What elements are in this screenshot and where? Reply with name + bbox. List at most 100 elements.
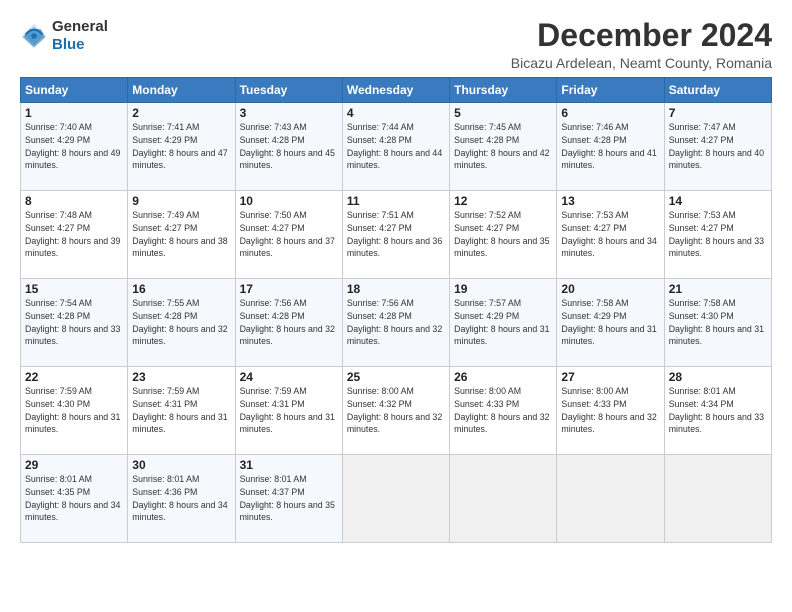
table-row: 30Sunrise: 8:01 AMSunset: 4:36 PMDayligh… (128, 455, 235, 543)
day-number: 31 (240, 458, 338, 472)
table-row: 21Sunrise: 7:58 AMSunset: 4:30 PMDayligh… (664, 279, 771, 367)
day-info: Sunrise: 7:59 AMSunset: 4:31 PMDaylight:… (240, 385, 338, 436)
table-row: 20Sunrise: 7:58 AMSunset: 4:29 PMDayligh… (557, 279, 664, 367)
day-number: 16 (132, 282, 230, 296)
table-row: 9Sunrise: 7:49 AMSunset: 4:27 PMDaylight… (128, 191, 235, 279)
day-info: Sunrise: 8:01 AMSunset: 4:35 PMDaylight:… (25, 473, 123, 524)
calendar-header: Sunday Monday Tuesday Wednesday Thursday… (21, 78, 772, 103)
col-wednesday: Wednesday (342, 78, 449, 103)
table-row (450, 455, 557, 543)
table-row: 3Sunrise: 7:43 AMSunset: 4:28 PMDaylight… (235, 103, 342, 191)
col-friday: Friday (557, 78, 664, 103)
day-number: 25 (347, 370, 445, 384)
table-row: 18Sunrise: 7:56 AMSunset: 4:28 PMDayligh… (342, 279, 449, 367)
day-info: Sunrise: 7:59 AMSunset: 4:30 PMDaylight:… (25, 385, 123, 436)
day-number: 10 (240, 194, 338, 208)
day-number: 24 (240, 370, 338, 384)
day-number: 3 (240, 106, 338, 120)
day-info: Sunrise: 7:49 AMSunset: 4:27 PMDaylight:… (132, 209, 230, 260)
table-row: 10Sunrise: 7:50 AMSunset: 4:27 PMDayligh… (235, 191, 342, 279)
calendar-week-3: 15Sunrise: 7:54 AMSunset: 4:28 PMDayligh… (21, 279, 772, 367)
day-info: Sunrise: 7:41 AMSunset: 4:29 PMDaylight:… (132, 121, 230, 172)
day-info: Sunrise: 7:43 AMSunset: 4:28 PMDaylight:… (240, 121, 338, 172)
day-number: 30 (132, 458, 230, 472)
header: General Blue December 2024 Bicazu Ardele… (20, 18, 772, 71)
day-info: Sunrise: 8:00 AMSunset: 4:33 PMDaylight:… (454, 385, 552, 436)
day-number: 13 (561, 194, 659, 208)
title-block: December 2024 Bicazu Ardelean, Neamt Cou… (511, 18, 772, 71)
day-info: Sunrise: 7:48 AMSunset: 4:27 PMDaylight:… (25, 209, 123, 260)
day-number: 2 (132, 106, 230, 120)
col-monday: Monday (128, 78, 235, 103)
table-row: 12Sunrise: 7:52 AMSunset: 4:27 PMDayligh… (450, 191, 557, 279)
table-row: 7Sunrise: 7:47 AMSunset: 4:27 PMDaylight… (664, 103, 771, 191)
table-row: 19Sunrise: 7:57 AMSunset: 4:29 PMDayligh… (450, 279, 557, 367)
table-row: 22Sunrise: 7:59 AMSunset: 4:30 PMDayligh… (21, 367, 128, 455)
day-info: Sunrise: 8:00 AMSunset: 4:33 PMDaylight:… (561, 385, 659, 436)
day-number: 21 (669, 282, 767, 296)
logo-icon (20, 22, 48, 50)
table-row: 15Sunrise: 7:54 AMSunset: 4:28 PMDayligh… (21, 279, 128, 367)
table-row: 2Sunrise: 7:41 AMSunset: 4:29 PMDaylight… (128, 103, 235, 191)
table-row: 26Sunrise: 8:00 AMSunset: 4:33 PMDayligh… (450, 367, 557, 455)
day-info: Sunrise: 7:47 AMSunset: 4:27 PMDaylight:… (669, 121, 767, 172)
logo-general: General (52, 18, 108, 36)
day-info: Sunrise: 7:52 AMSunset: 4:27 PMDaylight:… (454, 209, 552, 260)
calendar-week-1: 1Sunrise: 7:40 AMSunset: 4:29 PMDaylight… (21, 103, 772, 191)
table-row: 28Sunrise: 8:01 AMSunset: 4:34 PMDayligh… (664, 367, 771, 455)
day-info: Sunrise: 7:59 AMSunset: 4:31 PMDaylight:… (132, 385, 230, 436)
day-number: 28 (669, 370, 767, 384)
logo-blue: Blue (52, 36, 108, 54)
day-info: Sunrise: 8:01 AMSunset: 4:36 PMDaylight:… (132, 473, 230, 524)
day-info: Sunrise: 7:51 AMSunset: 4:27 PMDaylight:… (347, 209, 445, 260)
day-info: Sunrise: 7:56 AMSunset: 4:28 PMDaylight:… (240, 297, 338, 348)
calendar-body: 1Sunrise: 7:40 AMSunset: 4:29 PMDaylight… (21, 103, 772, 543)
table-row: 31Sunrise: 8:01 AMSunset: 4:37 PMDayligh… (235, 455, 342, 543)
day-info: Sunrise: 7:44 AMSunset: 4:28 PMDaylight:… (347, 121, 445, 172)
day-number: 9 (132, 194, 230, 208)
day-number: 11 (347, 194, 445, 208)
table-row: 25Sunrise: 8:00 AMSunset: 4:32 PMDayligh… (342, 367, 449, 455)
header-row: Sunday Monday Tuesday Wednesday Thursday… (21, 78, 772, 103)
calendar-table: Sunday Monday Tuesday Wednesday Thursday… (20, 77, 772, 543)
table-row: 6Sunrise: 7:46 AMSunset: 4:28 PMDaylight… (557, 103, 664, 191)
day-info: Sunrise: 7:54 AMSunset: 4:28 PMDaylight:… (25, 297, 123, 348)
table-row: 8Sunrise: 7:48 AMSunset: 4:27 PMDaylight… (21, 191, 128, 279)
logo-text: General Blue (52, 18, 108, 54)
day-number: 22 (25, 370, 123, 384)
day-number: 15 (25, 282, 123, 296)
day-number: 27 (561, 370, 659, 384)
day-info: Sunrise: 7:40 AMSunset: 4:29 PMDaylight:… (25, 121, 123, 172)
day-info: Sunrise: 7:45 AMSunset: 4:28 PMDaylight:… (454, 121, 552, 172)
table-row (557, 455, 664, 543)
day-info: Sunrise: 7:58 AMSunset: 4:30 PMDaylight:… (669, 297, 767, 348)
table-row: 23Sunrise: 7:59 AMSunset: 4:31 PMDayligh… (128, 367, 235, 455)
table-row (342, 455, 449, 543)
day-number: 29 (25, 458, 123, 472)
day-number: 20 (561, 282, 659, 296)
day-info: Sunrise: 8:01 AMSunset: 4:37 PMDaylight:… (240, 473, 338, 524)
location-subtitle: Bicazu Ardelean, Neamt County, Romania (511, 55, 772, 71)
table-row: 16Sunrise: 7:55 AMSunset: 4:28 PMDayligh… (128, 279, 235, 367)
day-number: 6 (561, 106, 659, 120)
day-number: 17 (240, 282, 338, 296)
day-info: Sunrise: 7:57 AMSunset: 4:29 PMDaylight:… (454, 297, 552, 348)
day-number: 12 (454, 194, 552, 208)
day-info: Sunrise: 7:56 AMSunset: 4:28 PMDaylight:… (347, 297, 445, 348)
table-row: 1Sunrise: 7:40 AMSunset: 4:29 PMDaylight… (21, 103, 128, 191)
day-info: Sunrise: 7:55 AMSunset: 4:28 PMDaylight:… (132, 297, 230, 348)
table-row: 24Sunrise: 7:59 AMSunset: 4:31 PMDayligh… (235, 367, 342, 455)
day-number: 5 (454, 106, 552, 120)
col-saturday: Saturday (664, 78, 771, 103)
day-info: Sunrise: 7:50 AMSunset: 4:27 PMDaylight:… (240, 209, 338, 260)
table-row: 5Sunrise: 7:45 AMSunset: 4:28 PMDaylight… (450, 103, 557, 191)
day-number: 19 (454, 282, 552, 296)
table-row: 4Sunrise: 7:44 AMSunset: 4:28 PMDaylight… (342, 103, 449, 191)
table-row: 11Sunrise: 7:51 AMSunset: 4:27 PMDayligh… (342, 191, 449, 279)
day-info: Sunrise: 7:46 AMSunset: 4:28 PMDaylight:… (561, 121, 659, 172)
month-title: December 2024 (511, 18, 772, 53)
day-number: 18 (347, 282, 445, 296)
table-row (664, 455, 771, 543)
calendar-week-5: 29Sunrise: 8:01 AMSunset: 4:35 PMDayligh… (21, 455, 772, 543)
day-number: 4 (347, 106, 445, 120)
